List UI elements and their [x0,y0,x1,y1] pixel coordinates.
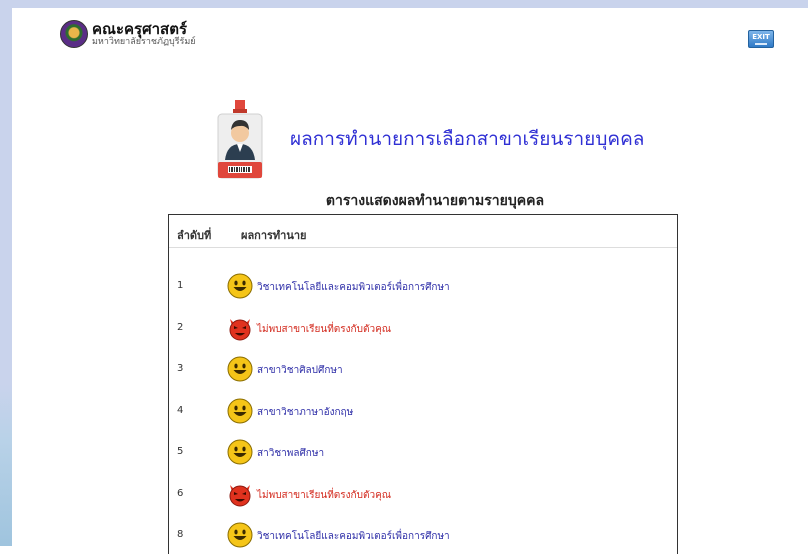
table-row: 8 วิชาเทคโนโลยีและคอมพิวเตอร์เพื่อการศึกษ… [169,515,677,554]
prediction-result: สาวิชาพลศึกษา [257,448,325,459]
table-row: 6 ไม่พบสาขาเรียนที่ตรงกับตัวคุณ [169,474,677,514]
table-row: 3 สาขาวิชาศิลปศึกษา [169,349,677,389]
window-top-border [0,0,808,8]
exit-button[interactable]: EXIT [748,30,774,48]
prediction-result: วิชาเทคโนโลยีและคอมพิวเตอร์เพื่อการศึกษา [257,531,450,542]
row-number: 3 [177,363,184,374]
smile-face-icon [227,522,253,548]
column-header-order: ลำดับที่ [177,229,212,242]
smile-face-icon [227,356,253,382]
row-number: 6 [177,487,184,499]
smile-face-icon [227,273,253,299]
page: คณะครุศาสตร์ มหาวิทยาลัยราชภัฏบุรีรัมย์ … [12,8,808,554]
column-header-result: ผลการทำนาย [241,229,307,242]
table-header: ลำดับที่ ผลการทำนาย [169,215,677,248]
row-number: 1 [177,280,184,291]
prediction-result: สาขาวิชาศิลปศึกษา [257,365,343,376]
smile-face-icon [227,439,253,465]
exit-button-label: EXIT [752,33,770,41]
table-row: 2 ไม่พบสาขาเรียนที่ตรงกับตัวคุณ [169,308,677,348]
row-number: 8 [177,529,184,540]
prediction-result: ไม่พบสาขาเรียนที่ตรงกับตัวคุณ [257,489,392,501]
row-number: 5 [177,446,184,457]
table-row: 1 วิชาเทคโนโลยีและคอมพิวเตอร์เพื่อการศึกษ… [169,266,677,306]
prediction-result: ไม่พบสาขาเรียนที่ตรงกับตัวคุณ [257,323,392,335]
prediction-result: สาขาวิชาภาษาอังกฤษ [257,406,354,418]
row-number: 4 [177,404,184,416]
university-seal-icon [60,20,88,48]
id-badge-icon [217,100,263,179]
devil-face-icon [227,315,253,341]
table-row: 5 สาวิชาพลศึกษา [169,432,677,472]
faculty-logo[interactable]: คณะครุศาสตร์ มหาวิทยาลัยราชภัฏบุรีรัมย์ [60,20,196,48]
devil-face-icon [227,481,253,507]
smile-face-icon [227,398,253,424]
logo-subtitle: มหาวิทยาลัยราชภัฏบุรีรัมย์ [92,36,196,47]
page-title: ผลการทำนายการเลือกสาขาเรียนรายบุคคล [290,128,645,150]
logo-title: คณะครุศาสตร์ [92,19,187,38]
table-caption: ตารางแสดงผลทำนายตามรายบุคคล [325,193,545,209]
table-row: 4 สาขาวิชาภาษาอังกฤษ [169,391,677,431]
row-number: 2 [177,321,184,333]
results-table: ลำดับที่ ผลการทำนาย 1 วิชาเทคโนโลยีและคอม… [168,214,678,554]
left-background-strip [0,8,12,546]
prediction-result: วิชาเทคโนโลยีและคอมพิวเตอร์เพื่อการศึกษา [257,282,450,293]
